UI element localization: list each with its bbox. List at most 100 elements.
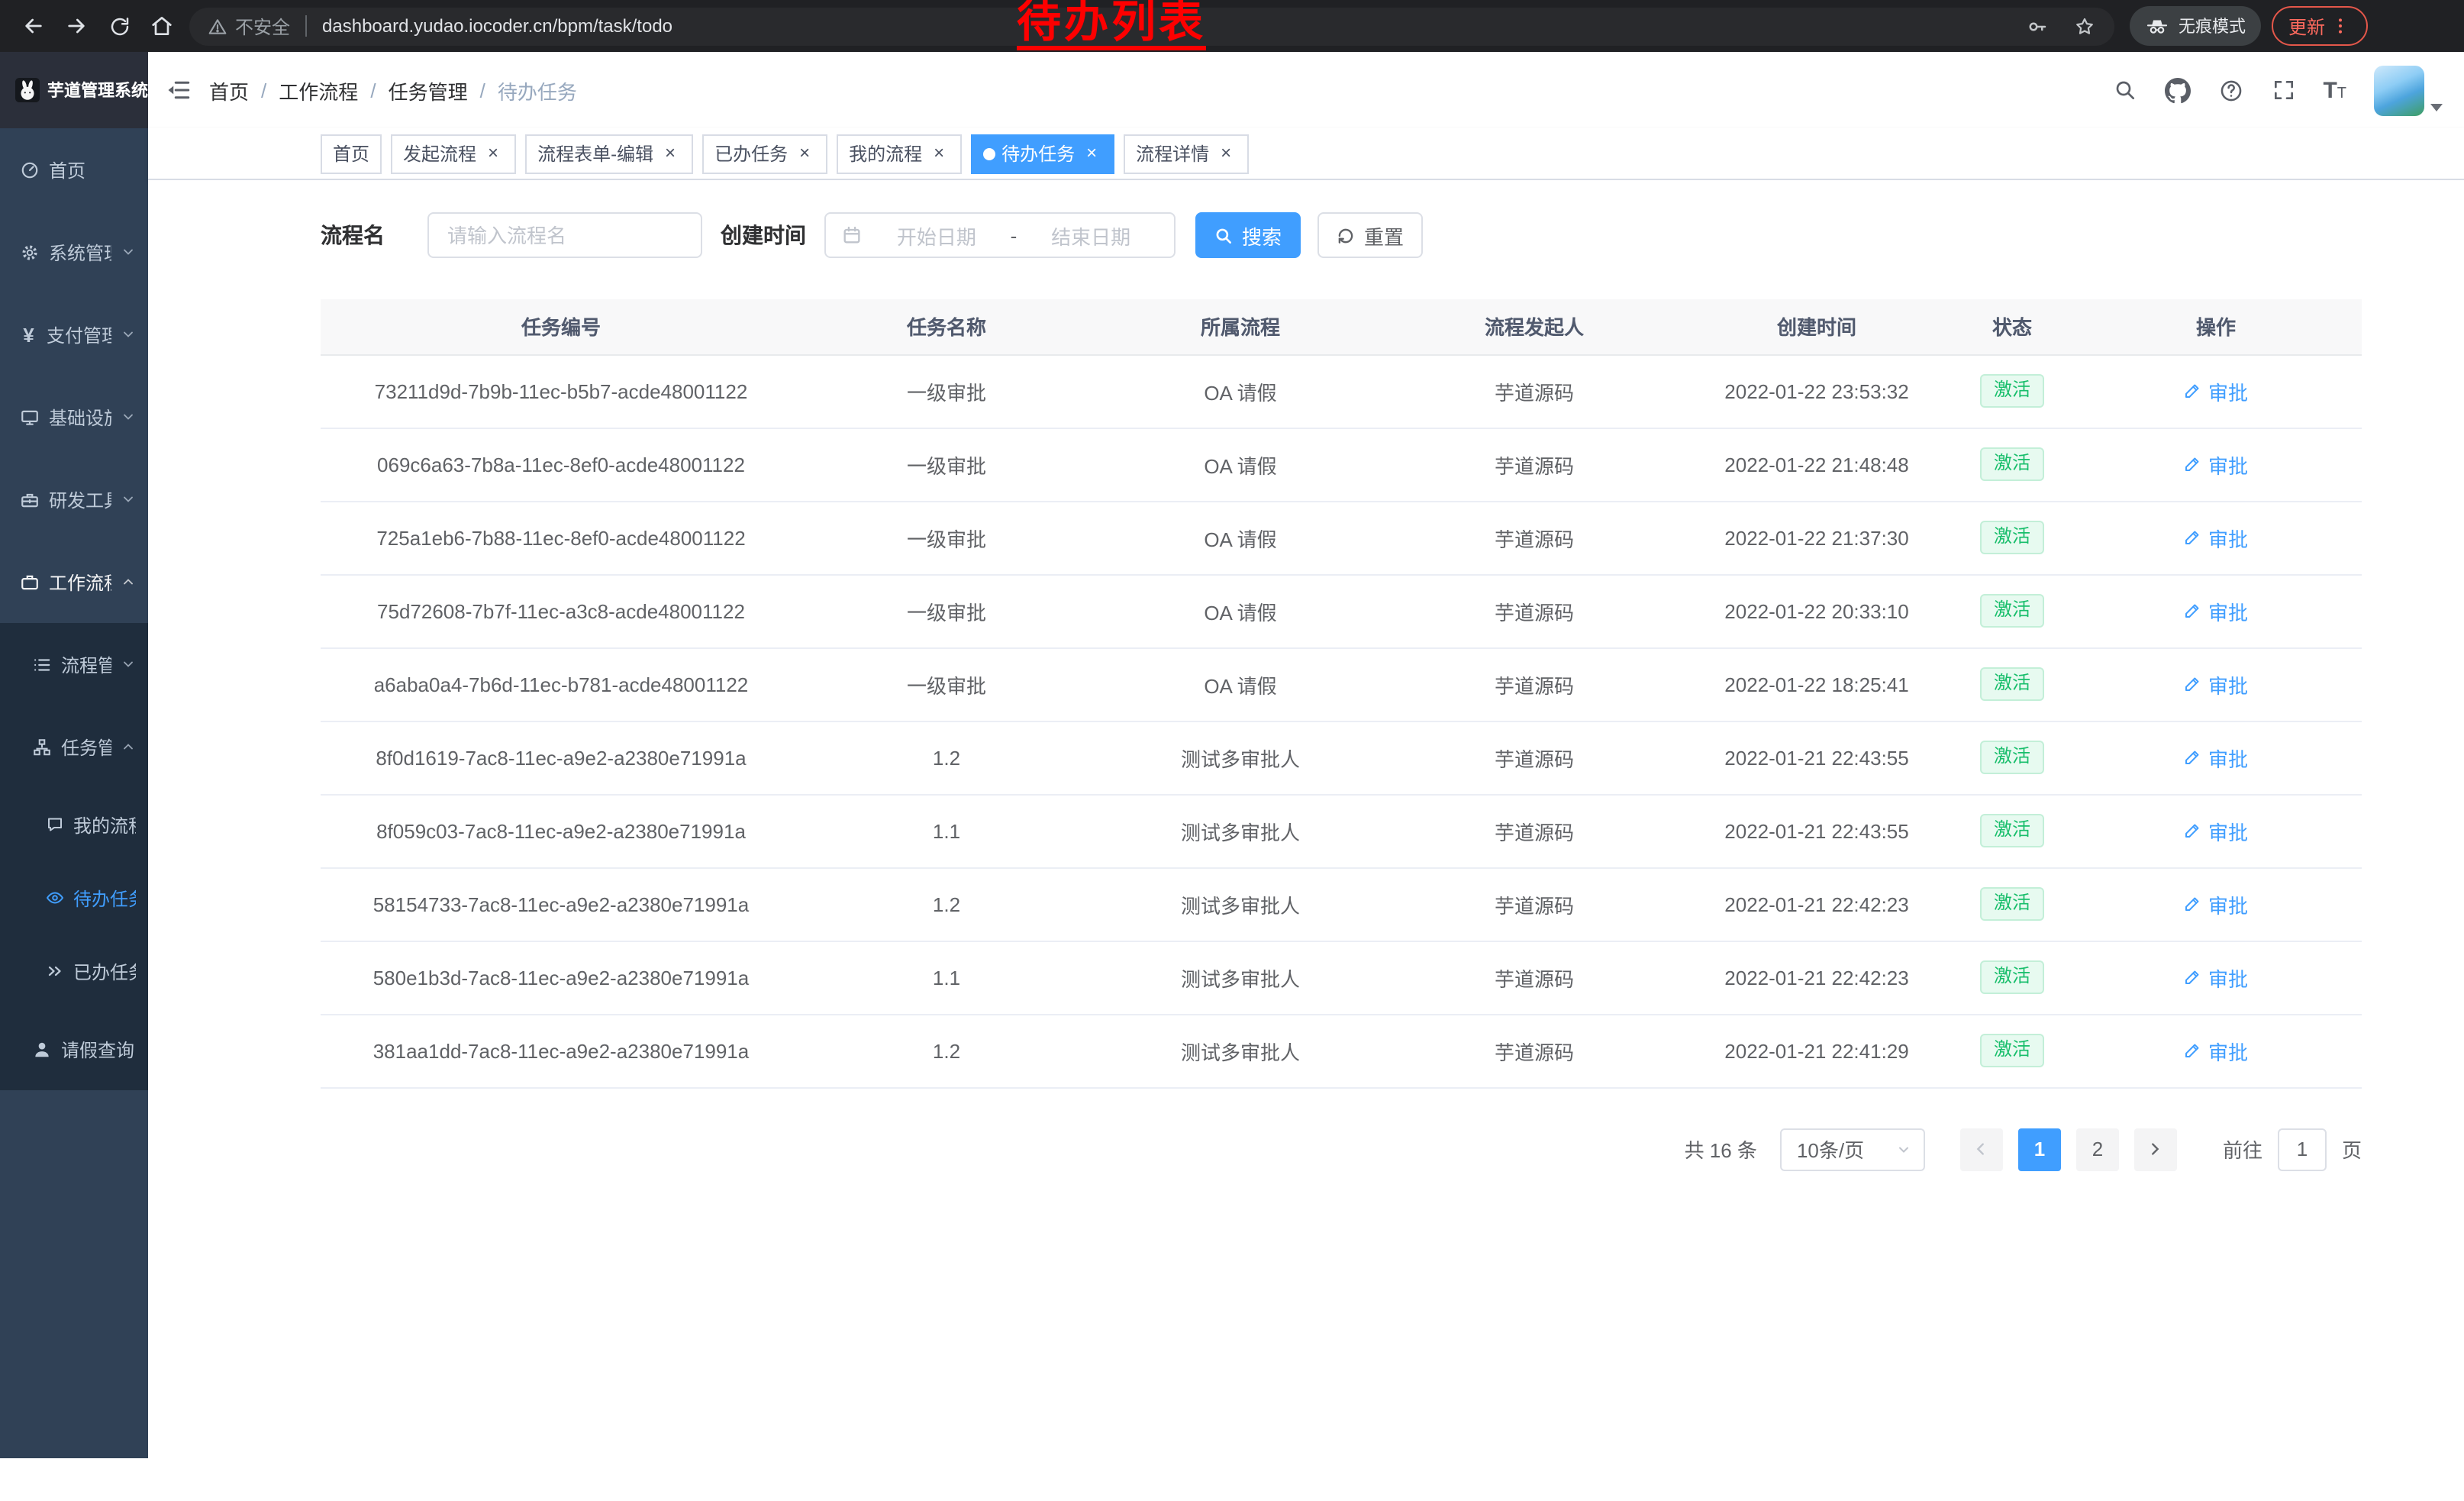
tab-form-edit[interactable]: 流程表单-编辑 × [525,134,693,173]
sidebar-item-home[interactable]: 首页 [0,128,148,211]
breadcrumb-workflow[interactable]: 工作流程 [279,76,358,105]
sidebar-item-task-management[interactable]: 任务管理 [0,705,148,788]
close-icon[interactable]: × [1215,143,1237,164]
close-icon[interactable]: × [660,143,681,164]
sidebar-item-system[interactable]: 系统管理 [0,211,148,293]
approve-link-label: 审批 [2208,816,2248,845]
reset-button[interactable]: 重置 [1317,212,1423,258]
password-key-icon[interactable] [2026,15,2049,37]
process-cell: OA 请假 [1092,354,1389,428]
task-name-cell: 1.1 [801,794,1092,867]
browser-update-button[interactable]: 更新 [2272,6,2368,46]
sidebar-item-dev-tools[interactable]: 研发工具 [0,458,148,541]
tab-home[interactable]: 首页 [321,134,382,173]
process-name-label: 流程名 [321,220,427,250]
create-time-cell: 2022-01-22 23:53:32 [1679,354,1954,428]
close-icon[interactable]: × [482,143,504,164]
status-badge: 激活 [1980,814,2044,847]
font-size-button[interactable]: TT [2323,79,2346,102]
approve-link[interactable]: 审批 [2184,889,2248,918]
tab-process-detail[interactable]: 流程详情 × [1124,134,1249,173]
navbar: 首页 / 工作流程 / 任务管理 / 待办任务 TT [148,52,2464,128]
close-icon[interactable]: × [928,143,950,164]
approve-link[interactable]: 审批 [2184,816,2248,845]
breadcrumb-home[interactable]: 首页 [209,76,249,105]
page-size-select[interactable]: 10条/页 [1780,1128,1925,1170]
column-header-initiator: 流程发起人 [1389,299,1679,354]
approve-link[interactable]: 审批 [2184,1036,2248,1065]
prev-page-button[interactable] [1960,1128,2003,1170]
chevron-down-icon [1896,1141,1911,1157]
bookmark-star-icon[interactable] [2073,15,2096,37]
sidebar-item-process-management[interactable]: 流程管理 [0,623,148,705]
browser-reload-button[interactable] [98,5,140,47]
sidebar-menu: 首页 系统管理 ¥ 支付管理 基础设施 研发工具 [0,128,148,1090]
fullscreen-button[interactable] [2271,78,2295,102]
sidebar-item-payment[interactable]: ¥ 支付管理 [0,293,148,376]
tab-done-tasks[interactable]: 已办任务 × [702,134,827,173]
briefcase-icon [20,572,40,592]
breadcrumb-task-management[interactable]: 任务管理 [389,76,468,105]
page-button-2[interactable]: 2 [2076,1128,2119,1170]
github-button[interactable] [2164,77,2190,103]
screen: 不安全 dashboard.yudao.iocoder.cn/bpm/task/… [0,0,2464,1501]
sidebar-item-my-processes[interactable]: 我的流程 [0,788,148,861]
app-logo[interactable]: 芋道管理系统 [0,52,148,128]
status-badge: 激活 [1980,1034,2044,1067]
url-text: dashboard.yudao.iocoder.cn/bpm/task/todo [322,15,672,37]
approve-link[interactable]: 审批 [2184,670,2248,699]
process-cell: OA 请假 [1092,428,1389,501]
create-time-cell: 2022-01-22 18:25:41 [1679,647,1954,721]
user-menu[interactable] [2374,65,2443,115]
date-range-picker[interactable]: 开始日期 - 结束日期 [824,212,1176,258]
end-date-placeholder: 结束日期 [1023,221,1159,250]
table-row: 580e1b3d-7ac8-11ec-a9e2-a2380e71991a 1.1… [321,941,2362,1014]
approve-link-label: 审批 [2208,889,2248,918]
tab-todo-tasks[interactable]: 待办任务 × [971,134,1114,173]
tab-my-processes[interactable]: 我的流程 × [837,134,962,173]
incognito-badge[interactable]: 无痕模式 [2130,6,2261,46]
close-icon[interactable]: × [1081,143,1102,164]
approve-link[interactable]: 审批 [2184,523,2248,552]
create-time-cell: 2022-01-21 22:42:23 [1679,867,1954,941]
search-button[interactable] [2112,78,2137,102]
approve-link[interactable]: 审批 [2184,743,2248,772]
approve-link[interactable]: 审批 [2184,450,2248,479]
status-cell: 激活 [1954,794,2070,867]
person-icon [32,1039,52,1059]
sidebar-toggle-button[interactable] [148,76,209,104]
help-button[interactable] [2217,77,2243,103]
page-button-1[interactable]: 1 [2018,1128,2061,1170]
sidebar-item-todo-tasks[interactable]: 待办任务 [0,861,148,934]
tab-start-process[interactable]: 发起流程 × [391,134,516,173]
avatar[interactable] [2374,65,2424,115]
approve-link-label: 审批 [2208,743,2248,772]
table-row: 725a1eb6-7b88-11ec-8ef0-acde48001122 一级审… [321,501,2362,574]
sidebar-item-workflow[interactable]: 工作流程 [0,541,148,623]
process-cell: 测试多审批人 [1092,794,1389,867]
task-id-cell: 580e1b3d-7ac8-11ec-a9e2-a2380e71991a [321,941,801,1014]
next-page-button[interactable] [2134,1128,2177,1170]
sidebar-item-done-tasks[interactable]: 已办任务 [0,934,148,1008]
close-icon[interactable]: × [794,143,815,164]
goto-page-input[interactable] [2278,1128,2327,1170]
search-button-main[interactable]: 搜索 [1195,212,1301,258]
process-cell: 测试多审批人 [1092,867,1389,941]
tasks-table: 任务编号 任务名称 所属流程 流程发起人 创建时间 状态 操作 73211d9d… [321,299,2362,1088]
browser-home-button[interactable] [140,5,183,47]
approve-link[interactable]: 审批 [2184,376,2248,405]
chevron-left-icon [1973,1141,1990,1157]
browser-forward-button[interactable] [55,5,98,47]
search-icon [1214,225,1234,245]
task-id-cell: 8f059c03-7ac8-11ec-a9e2-a2380e71991a [321,794,801,867]
sidebar-item-infrastructure[interactable]: 基础设施 [0,376,148,458]
approve-link[interactable]: 审批 [2184,596,2248,625]
browser-menu-dots-icon[interactable] [2330,15,2351,37]
process-name-input[interactable] [427,212,702,258]
approve-link[interactable]: 审批 [2184,963,2248,992]
edit-icon [2184,602,2202,620]
sidebar-item-leave-query[interactable]: 请假查询 [0,1008,148,1090]
browser-back-button[interactable] [12,5,55,47]
eye-icon [46,889,64,907]
sidebar-item-label: 我的流程 [73,812,136,838]
